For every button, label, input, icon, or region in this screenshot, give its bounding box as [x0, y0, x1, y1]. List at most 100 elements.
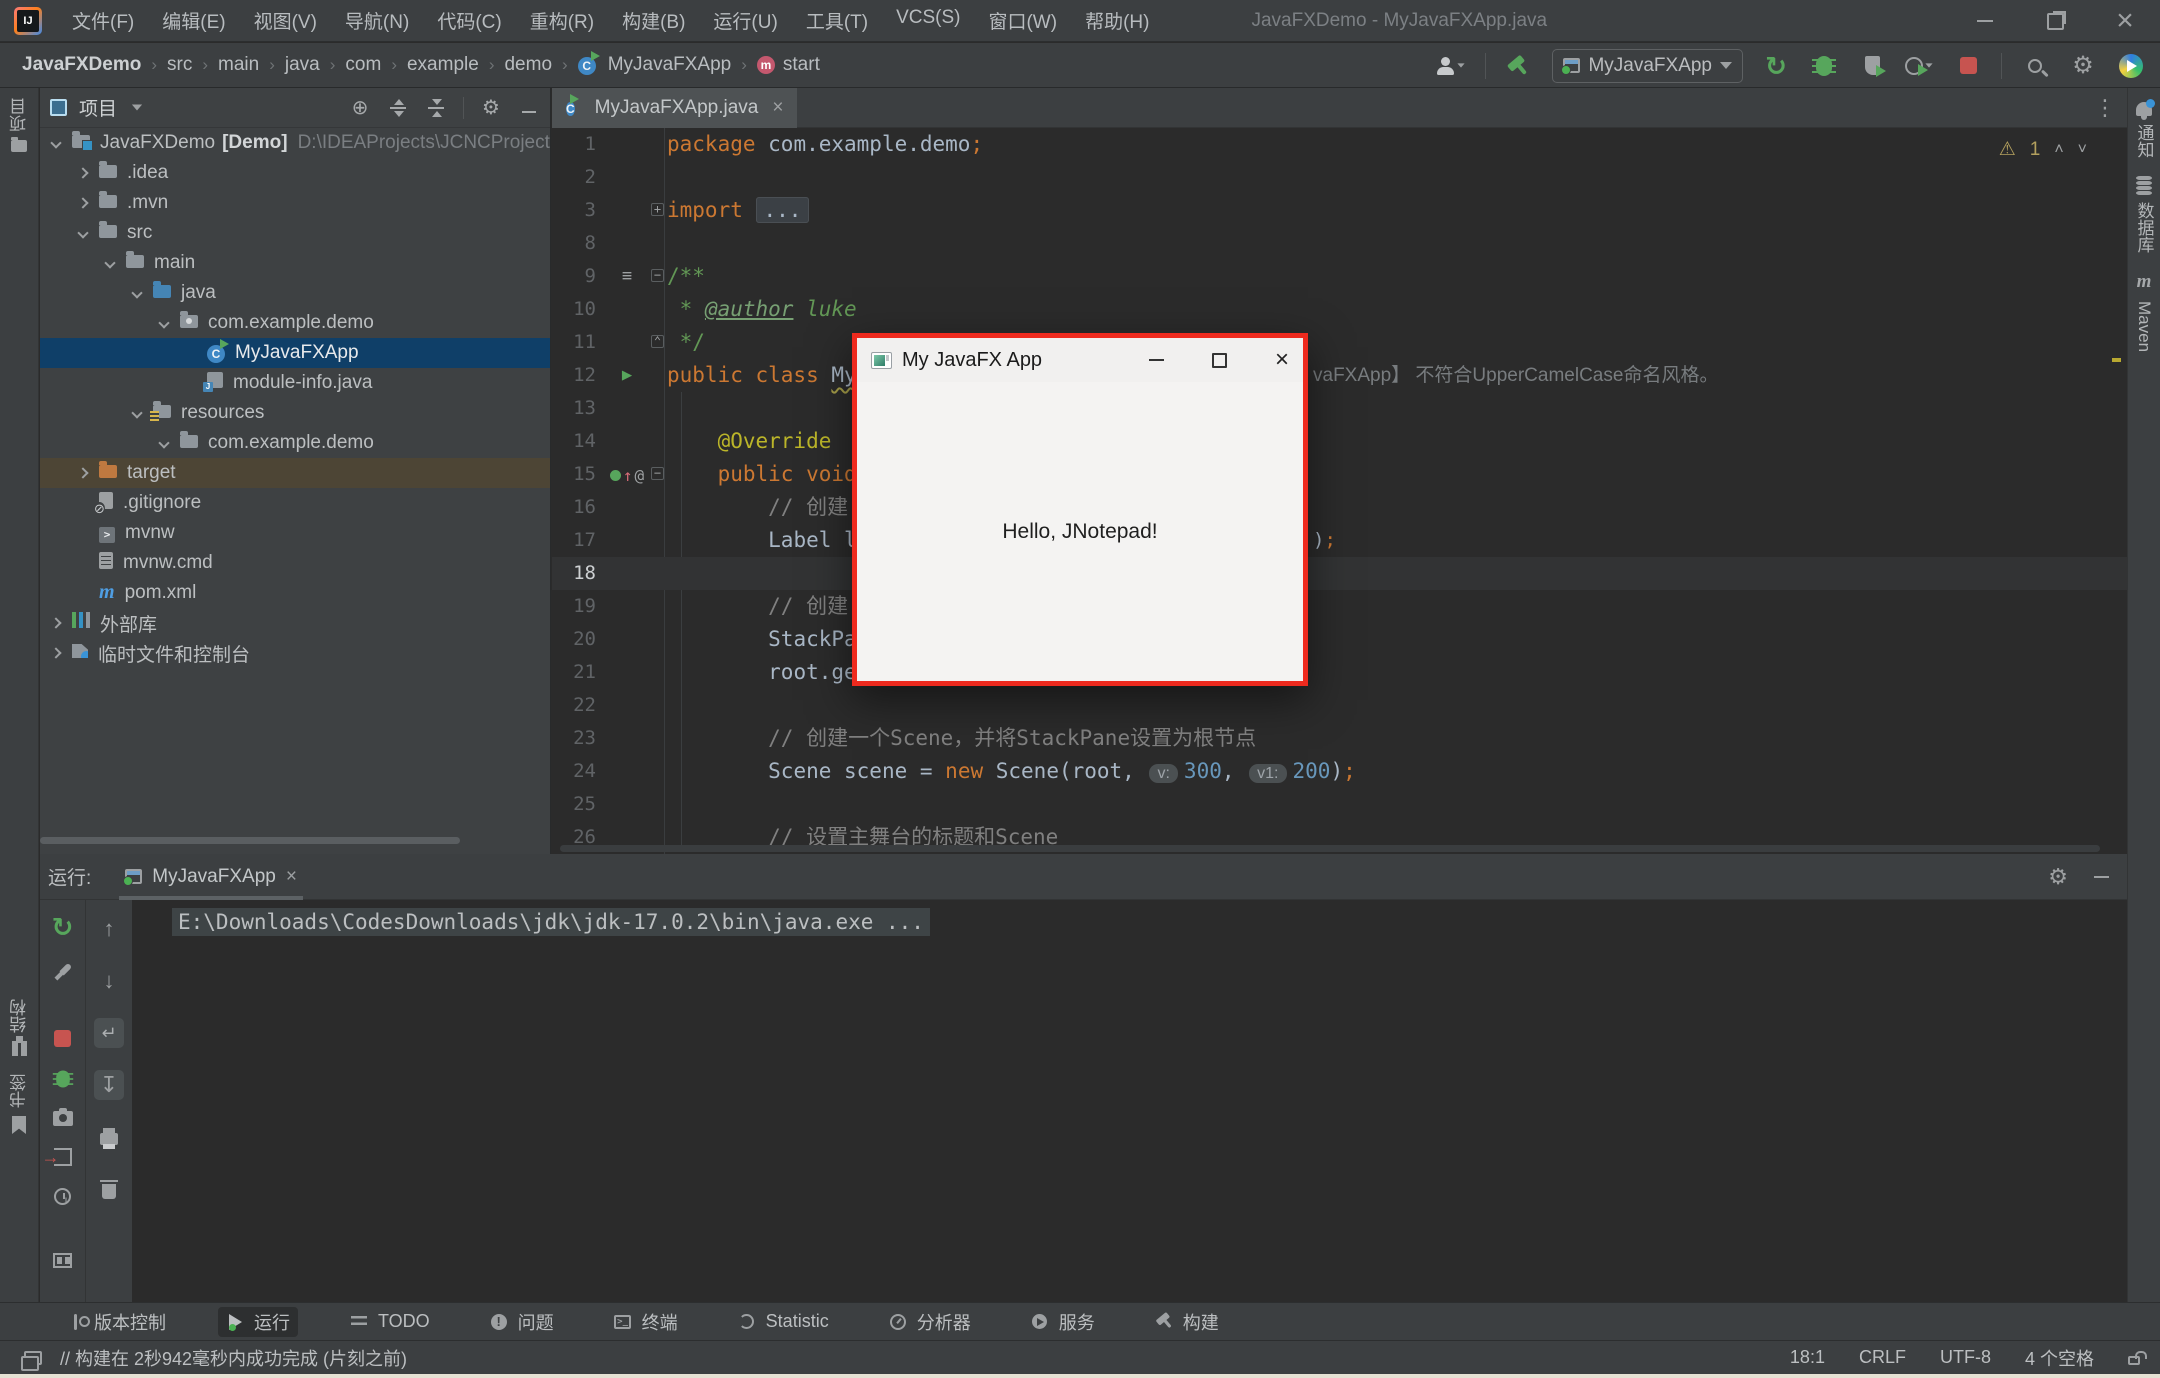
breadcrumb-item-method[interactable]: start	[781, 54, 822, 76]
chevron-right-icon[interactable]	[77, 167, 88, 178]
menu-item-8[interactable]: 工具(T)	[794, 1, 880, 40]
locate-file-icon[interactable]: ⊕	[349, 95, 371, 120]
javafx-maximize-icon[interactable]	[1212, 353, 1227, 368]
menu-item-11[interactable]: 帮助(H)	[1073, 1, 1161, 40]
collapse-all-icon[interactable]	[425, 100, 447, 116]
menu-item-0[interactable]: 文件(F)	[60, 1, 146, 40]
code-line-20[interactable]: 20 StackPa	[552, 623, 2127, 656]
print-icon[interactable]	[94, 1122, 124, 1152]
toolwindow-button-profiler[interactable]: 分析器	[881, 1307, 979, 1337]
tree-item-module-info.java[interactable]: module-info.java	[40, 368, 550, 398]
user-profile-icon[interactable]	[1437, 51, 1467, 81]
breadcrumb-item-5[interactable]: example	[405, 54, 481, 76]
fold-marker-icon[interactable]: −	[651, 467, 664, 480]
restore-icon[interactable]	[2020, 0, 2090, 42]
code-line-23[interactable]: 23 // 创建一个Scene，并将StackPane设置为根节点	[552, 722, 2127, 755]
soft-wrap-icon[interactable]: ↵	[94, 1018, 124, 1048]
chevron-down-icon[interactable]	[158, 437, 169, 448]
toolwindow-button-run[interactable]: 运行	[218, 1307, 298, 1337]
menu-item-9[interactable]: VCS(S)	[884, 1, 972, 40]
tree-item-pom.xml[interactable]: mpom.xml	[40, 578, 550, 608]
toolwindow-button-notifications[interactable]: 通知	[2128, 102, 2160, 158]
rerun-icon[interactable]: ↻	[48, 914, 78, 940]
layout-settings-icon[interactable]	[48, 1253, 78, 1268]
run-tab-myjavafxapp[interactable]: MyJavaFXApp ×	[119, 854, 303, 900]
javafx-minimize-icon[interactable]	[1149, 359, 1164, 361]
stop-icon[interactable]	[48, 1030, 78, 1047]
scroll-to-end-icon[interactable]: ↧	[94, 1070, 124, 1100]
code-line-25[interactable]: 25	[552, 788, 2127, 821]
chevron-right-icon[interactable]	[77, 467, 88, 478]
line-separator[interactable]: CRLF	[1859, 1347, 1906, 1368]
code-line-1[interactable]: 1package com.example.demo;	[552, 128, 2127, 161]
attach-debugger-icon[interactable]	[48, 1069, 78, 1089]
tree-item-mvnw.cmd[interactable]: mvnw.cmd	[40, 548, 550, 578]
search-everywhere-icon[interactable]	[2020, 51, 2050, 81]
breadcrumb-item-3[interactable]: java	[283, 54, 322, 76]
settings-gear-icon[interactable]: ⚙	[2068, 51, 2098, 81]
menu-item-10[interactable]: 窗口(W)	[976, 1, 1069, 40]
file-encoding[interactable]: UTF-8	[1940, 1347, 1991, 1368]
down-stacktrace-icon[interactable]: ↓	[94, 966, 124, 996]
edit-configuration-wrench-icon[interactable]	[48, 962, 78, 982]
menu-item-4[interactable]: 代码(C)	[425, 1, 513, 40]
fold-marker-icon[interactable]: −	[651, 269, 664, 282]
toolwindow-button-statistic[interactable]: Statistic	[730, 1307, 837, 1337]
hide-panel-icon[interactable]	[518, 102, 540, 113]
menu-item-3[interactable]: 导航(N)	[333, 1, 421, 40]
toolwindow-button-todo[interactable]: TODO	[342, 1307, 438, 1337]
expand-all-icon[interactable]	[387, 100, 409, 116]
coverage-run-icon[interactable]	[1905, 51, 1935, 81]
toolwindow-button-problems[interactable]: !问题	[482, 1307, 562, 1337]
tree-item-main[interactable]: main	[40, 248, 550, 278]
code-line-21[interactable]: 21 root.ge	[552, 656, 2127, 689]
toolwindow-button-maven[interactable]: m Maven	[2128, 271, 2160, 352]
toolwindow-button-terminal[interactable]: >_终端	[606, 1307, 686, 1337]
breadcrumb-item-1[interactable]: src	[165, 54, 194, 76]
ide-features-icon[interactable]	[2116, 51, 2146, 81]
caret-position[interactable]: 18:1	[1790, 1347, 1825, 1368]
run-configuration-combo[interactable]: MyJavaFXApp	[1552, 49, 1743, 83]
breadcrumb-item-4[interactable]: com	[343, 54, 383, 76]
overrides-icon[interactable]: ↑@	[604, 458, 650, 492]
toolwindow-button-bookmarks[interactable]: 书签	[0, 1074, 38, 1134]
tree-item-src[interactable]: src	[40, 218, 550, 248]
tab-options-icon[interactable]: ⋮	[2094, 95, 2117, 121]
tree-item-com.example.demo[interactable]: com.example.demo	[40, 428, 550, 458]
breadcrumb-item-2[interactable]: main	[216, 54, 261, 76]
chevron-right-icon[interactable]	[50, 617, 61, 628]
toolwindow-button-build[interactable]: 构建	[1147, 1307, 1227, 1337]
stop-icon[interactable]	[1953, 51, 1983, 81]
tree-item-java[interactable]: java	[40, 278, 550, 308]
toolwindow-button-project[interactable]: 项目	[0, 98, 38, 152]
close-icon[interactable]	[2090, 0, 2160, 42]
menu-item-2[interactable]: 视图(V)	[242, 1, 329, 40]
rerun-icon[interactable]: ↻	[1761, 51, 1791, 81]
tab-close-icon[interactable]: ×	[772, 97, 783, 119]
tree-item-target[interactable]: target	[40, 458, 550, 488]
code-line-15[interactable]: 15↑@− public void	[552, 458, 2127, 491]
status-message[interactable]: // 构建在 2秒942毫秒内成功完成 (片刻之前)	[60, 1345, 407, 1371]
tree-item-.mvn[interactable]: .mvn	[40, 188, 550, 218]
code-line-17[interactable]: 17 Label l);	[552, 524, 2127, 557]
tree-item-外部库[interactable]: 外部库	[40, 608, 550, 638]
javafx-app-window[interactable]: My JavaFX App × Hello, JNotepad!	[852, 333, 1308, 686]
tree-item-com.example.demo[interactable]: com.example.demo	[40, 308, 550, 338]
fold-marker-icon[interactable]: +	[651, 203, 664, 216]
chevron-down-icon[interactable]	[131, 287, 142, 298]
tree-item-MyJavaFXApp[interactable]: CMyJavaFXApp	[40, 338, 550, 368]
next-warning-icon[interactable]: ˅	[2078, 141, 2087, 159]
tree-item-.gitignore[interactable]: .gitignore	[40, 488, 550, 518]
menu-item-6[interactable]: 构建(B)	[610, 1, 697, 40]
warning-stripe-mark[interactable]	[2112, 358, 2121, 362]
code-editor[interactable]: 1package com.example.demo;23+import ...8…	[552, 128, 2127, 854]
run-line-icon[interactable]: ▶	[604, 359, 650, 392]
code-line-18[interactable]: 18	[552, 557, 2127, 590]
code-line-22[interactable]: 22	[552, 689, 2127, 722]
code-line-11[interactable]: 11⌃ */	[552, 326, 2127, 359]
project-settings-gear-icon[interactable]: ⚙	[480, 95, 502, 120]
profiler-run-icon[interactable]	[1857, 51, 1887, 81]
project-panel-title[interactable]: 项目	[79, 94, 117, 121]
toolwindow-button-services[interactable]: 服务	[1023, 1307, 1103, 1337]
console-command-line[interactable]: E:\Downloads\CodesDownloads\jdk\jdk-17.0…	[172, 908, 930, 936]
